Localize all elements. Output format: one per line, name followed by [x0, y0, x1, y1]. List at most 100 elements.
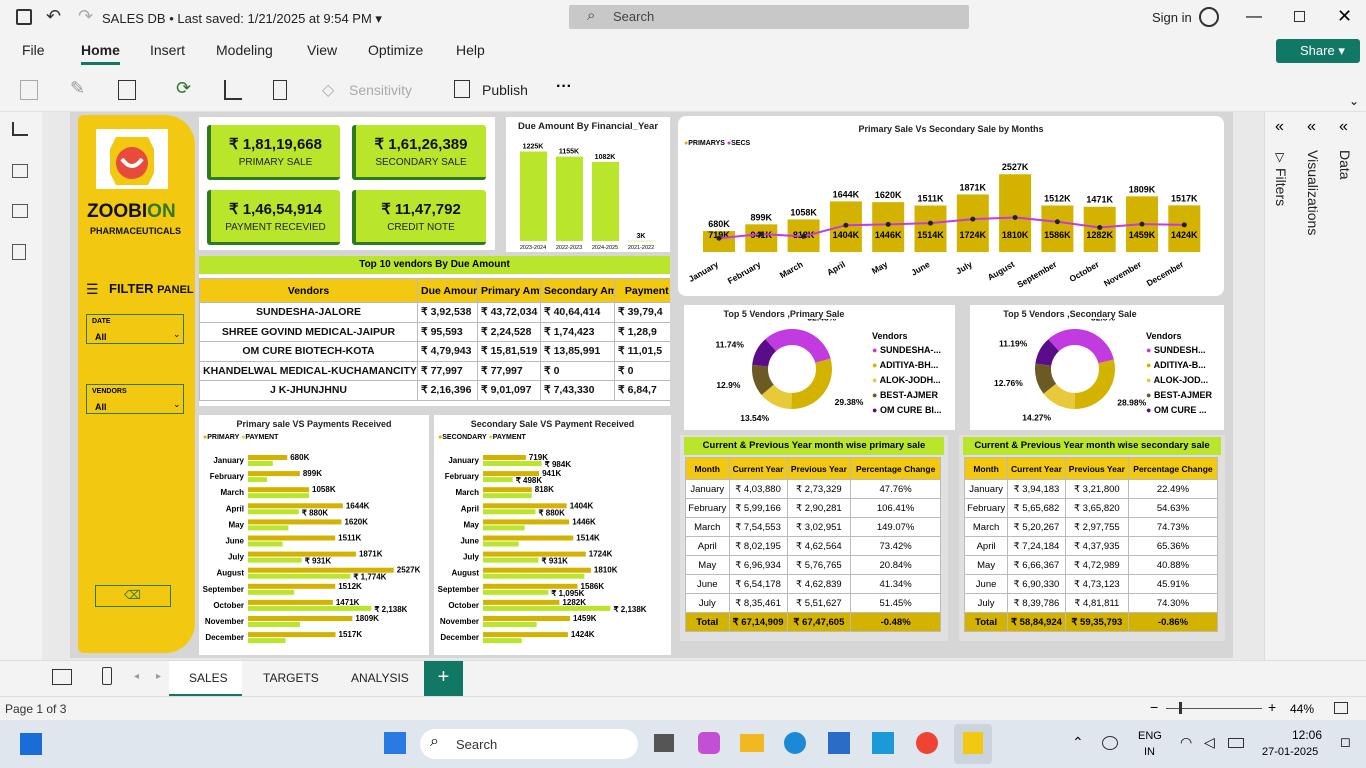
- table-row[interactable]: OM CURE BIOTECH-KOTA ₹ 4,79,943 ₹ 15,81,51…: [199, 341, 670, 362]
- save-icon[interactable]: [16, 9, 32, 25]
- copilot-icon[interactable]: [698, 732, 720, 754]
- collapse-filters-icon[interactable]: «: [1275, 118, 1284, 136]
- calculation-icon[interactable]: [273, 80, 287, 100]
- close-icon[interactable]: ✕: [1337, 6, 1352, 27]
- region-indicator[interactable]: IN: [1144, 746, 1155, 758]
- redo-icon[interactable]: ↷: [78, 6, 93, 27]
- table-row[interactable]: June ₹ 6,90,330 ₹ 4,73,123 45.91%: [963, 574, 1219, 594]
- filters-pane[interactable]: Filters: [1273, 168, 1289, 206]
- legend-item[interactable]: ● ALOK-JOD...: [1146, 375, 1212, 390]
- language-indicator[interactable]: ENG: [1138, 730, 1162, 742]
- battery-icon[interactable]: [1228, 738, 1244, 748]
- menu-help[interactable]: Help: [456, 42, 485, 58]
- legend-item[interactable]: ● ALOK-JODH...: [872, 375, 941, 390]
- donut-secondary-chart[interactable]: Top 5 Vendors ,Secondary Sale 32.8% 28.98…: [970, 305, 1224, 430]
- legend-item[interactable]: ● ADITIYA-BH...: [872, 360, 941, 375]
- store-icon[interactable]: [828, 732, 850, 754]
- month-secondary-table[interactable]: Current & Previous Year month wise secon…: [959, 435, 1225, 641]
- menu-home[interactable]: Home: [81, 42, 120, 65]
- table-row[interactable]: January ₹ 3,94,183 ₹ 3,21,800 22.49%: [963, 479, 1219, 499]
- visualizations-pane[interactable]: Visualizations: [1305, 150, 1321, 235]
- collapse-visualizations-icon[interactable]: «: [1307, 118, 1316, 136]
- chrome-icon[interactable]: [916, 732, 938, 754]
- col-vendors[interactable]: Vendors: [199, 278, 418, 303]
- powerbi-taskbar-button[interactable]: [954, 724, 992, 764]
- search-box[interactable]: ⌕ Search: [569, 5, 969, 29]
- vendor-slicer[interactable]: VENDORS All ⌄: [86, 384, 184, 414]
- add-page-button[interactable]: +: [424, 661, 463, 697]
- account-icon[interactable]: [1199, 7, 1219, 27]
- date-slicer-value[interactable]: All: [95, 332, 107, 342]
- menu-insert[interactable]: Insert: [150, 42, 185, 58]
- primary-vs-payment-chart[interactable]: Primary sale VS Payments Received ●PRIMA…: [199, 415, 429, 655]
- legend-item[interactable]: ● SUNDESHA-...: [872, 345, 941, 360]
- new-visual-icon[interactable]: [224, 80, 242, 100]
- tab-targets[interactable]: TARGETS: [263, 671, 319, 685]
- table-row[interactable]: SHREE GOVIND MEDICAL-JAIPUR ₹ 95,593 ₹ 2,2…: [199, 321, 670, 342]
- undo-icon[interactable]: ↶: [46, 6, 61, 27]
- table-row[interactable]: July ₹ 8,35,461 ₹ 5,51,627 51.45%: [685, 593, 941, 613]
- chevron-up-icon[interactable]: ⌃: [1072, 734, 1084, 751]
- prev-page-icon[interactable]: ◂: [134, 671, 139, 682]
- dax-view-icon[interactable]: [12, 244, 26, 260]
- due-amount-chart[interactable]: Due Amount By Financial_Year 1225K 2023-2…: [506, 117, 670, 252]
- top-vendors-table[interactable]: Top 10 vendors By Due Amount Vendors Due…: [199, 256, 670, 406]
- model-view-icon[interactable]: [12, 204, 28, 218]
- table-row[interactable]: March ₹ 7,54,553 ₹ 3,02,951 149.07%: [685, 517, 941, 537]
- menu-optimize[interactable]: Optimize: [368, 42, 423, 58]
- date-slicer[interactable]: DATE All ⌄: [86, 314, 184, 344]
- table-view-icon[interactable]: [12, 164, 28, 178]
- file-explorer-icon[interactable]: [740, 734, 764, 752]
- table-row[interactable]: February ₹ 5,99,166 ₹ 2,90,281 106.41%: [685, 498, 941, 518]
- table-row[interactable]: June ₹ 6,54,178 ₹ 4,62,839 41.34%: [685, 574, 941, 594]
- chevron-down-icon[interactable]: ⌄: [173, 329, 181, 340]
- paste-icon[interactable]: [20, 80, 38, 100]
- sign-in-button[interactable]: Sign in: [1152, 10, 1192, 25]
- zoom-thumb[interactable]: [1179, 702, 1182, 714]
- menu-view[interactable]: View: [307, 42, 337, 58]
- format-painter-icon[interactable]: ✎: [70, 78, 85, 99]
- primary-vs-secondary-chart[interactable]: Primary Sale Vs Secondary Sale by Months…: [678, 116, 1224, 296]
- legend-item[interactable]: ● SUNDESH...: [1146, 345, 1212, 360]
- onedrive-icon[interactable]: [1102, 736, 1118, 750]
- table-row[interactable]: February ₹ 5,65,682 ₹ 3,65,820 54.63%: [963, 498, 1219, 518]
- minimize-icon[interactable]: —: [1246, 8, 1262, 26]
- next-page-icon[interactable]: ▸: [156, 671, 161, 682]
- zoom-in-icon[interactable]: +: [1268, 699, 1276, 715]
- col-secondary-amt[interactable]: Secondary Amt: [540, 278, 615, 303]
- table-row[interactable]: SUNDESHA-JALORE ₹ 3,92,538 ₹ 43,72,034 ₹ 40…: [199, 302, 670, 323]
- volume-icon[interactable]: ◁: [1204, 734, 1215, 751]
- windows-start-icon[interactable]: [384, 732, 406, 754]
- table-row[interactable]: January ₹ 4,03,880 ₹ 2,73,329 47.76%: [685, 479, 941, 499]
- col-percentage-change[interactable]: Percentage Change: [850, 457, 941, 480]
- col-percentage-change[interactable]: Percentage Change: [1127, 457, 1219, 480]
- col-due-amount[interactable]: Due Amount: [417, 278, 478, 303]
- table-row[interactable]: J K-JHUNJHNU ₹ 2,16,396 ₹ 9,01,097 ₹ 7,43,3…: [199, 380, 670, 401]
- taskbar-search[interactable]: ⌕ Search: [420, 729, 638, 759]
- table-row[interactable]: March ₹ 5,20,267 ₹ 2,97,755 74.73%: [963, 517, 1219, 537]
- col-month[interactable]: Month: [963, 457, 1009, 480]
- vendor-slicer-value[interactable]: All: [95, 402, 107, 412]
- legend-item[interactable]: ● OM CURE ...: [1146, 405, 1212, 420]
- refresh-icon[interactable]: ⟳: [176, 78, 191, 99]
- mobile-layout-icon[interactable]: [102, 667, 112, 685]
- month-primary-table[interactable]: Current & Previous Year month wise prima…: [680, 435, 948, 641]
- col-current-year[interactable]: Current Year: [1007, 457, 1066, 480]
- myhp-icon[interactable]: [872, 732, 894, 754]
- table-row[interactable]: May ₹ 6,96,934 ₹ 5,76,765 20.84%: [685, 555, 941, 575]
- table-row[interactable]: April ₹ 7,24,184 ₹ 4,37,935 65.36%: [963, 536, 1219, 556]
- menu-file[interactable]: File: [22, 42, 45, 58]
- fit-page-icon[interactable]: [1334, 702, 1348, 714]
- maximize-icon[interactable]: [1294, 11, 1305, 22]
- widgets-icon[interactable]: [20, 733, 42, 755]
- data-pane[interactable]: Data: [1337, 150, 1353, 180]
- table-row[interactable]: KHANDELWAL MEDICAL-KUCHAMANCITY ₹ 77,997 ₹…: [199, 360, 670, 381]
- menu-modeling[interactable]: Modeling: [216, 42, 273, 58]
- secondary-vs-payment-chart[interactable]: Secondary Sale VS Payment Received ●SECO…: [434, 415, 671, 655]
- col-primary-amt[interactable]: Primary Amt: [477, 278, 541, 303]
- share-button[interactable]: Share ▾: [1276, 39, 1360, 63]
- table-row[interactable]: April ₹ 8,02,195 ₹ 4,62,564 73.42%: [685, 536, 941, 556]
- clock-date[interactable]: 27-01-2025: [1262, 746, 1318, 758]
- chevron-down-icon[interactable]: ⌄: [1349, 94, 1359, 108]
- task-view-icon[interactable]: [654, 734, 674, 752]
